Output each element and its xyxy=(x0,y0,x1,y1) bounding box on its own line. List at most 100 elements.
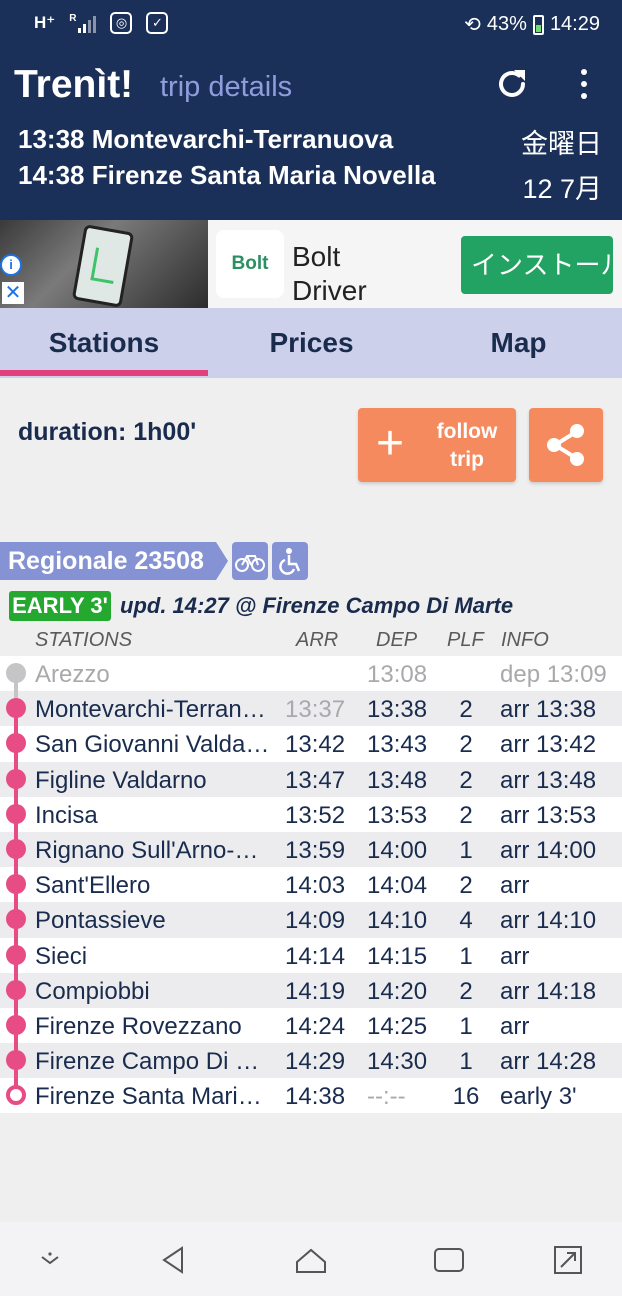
platform: 2 xyxy=(459,731,473,759)
battery-percent: 43% xyxy=(486,13,527,35)
table-row[interactable]: Figline Valdarno 13:47 13:48 2 arr 13:48 xyxy=(0,761,622,798)
table-row[interactable]: Rignano Sull'Arno-Reggello 13:59 14:00 1 arr… xyxy=(0,831,622,869)
ad-banner[interactable]: i ✕ Bolt Bolt Driver インストール xyxy=(0,220,622,308)
departure-time: 13:53 xyxy=(367,801,428,829)
table-row[interactable]: Firenze Rovezzano 14:24 14:25 1 arr xyxy=(0,1007,622,1045)
header-info: INFO xyxy=(501,629,549,651)
platform: 16 xyxy=(452,1083,480,1111)
arrival-time: 14:24 xyxy=(285,1012,346,1040)
ad-info-icon[interactable]: i xyxy=(0,254,22,276)
page-subtitle: trip details xyxy=(160,71,293,103)
table-row[interactable]: San Giovanni Valdarno 13:42 13:43 2 arr 13:4… xyxy=(0,726,622,763)
table-row[interactable]: Firenze Santa Maria Novella 14:38 --:-- 16 e… xyxy=(0,1078,622,1114)
trip-arrival: 14:38 Firenze Santa Maria Novella xyxy=(18,160,436,190)
station-name: Firenze Rovezzano xyxy=(35,1012,242,1040)
trip-weekday: 金曜日 xyxy=(521,129,602,159)
stops-list: Arezzo 13:08 dep 13:09 Montevarchi-Terranuo… xyxy=(0,656,622,1114)
phone-image xyxy=(71,224,135,308)
platform: 1 xyxy=(459,942,473,970)
tab-prices[interactable]: Prices xyxy=(208,308,415,378)
platform: 2 xyxy=(459,801,473,829)
station-name: Firenze Campo Di Marte xyxy=(35,1048,273,1076)
table-row[interactable]: Montevarchi-Terranuova 13:37 13:38 2 arr 13:… xyxy=(0,691,622,728)
back-icon[interactable] xyxy=(154,1240,194,1280)
header-stations: STATIONS xyxy=(35,629,133,651)
stop-marker-icon xyxy=(6,874,26,895)
stop-marker-icon xyxy=(6,803,26,824)
platform: 1 xyxy=(459,836,473,864)
station-name: Incisa xyxy=(35,801,98,829)
stop-marker-icon xyxy=(6,768,26,789)
ad-install-button[interactable]: インストール xyxy=(461,236,613,294)
ad-title: Bolt Driver xyxy=(292,240,367,308)
stop-marker-icon xyxy=(6,1085,26,1106)
arrival-time: 14:29 xyxy=(285,1048,346,1076)
stop-marker-icon xyxy=(6,838,26,859)
arrival-time: 13:42 xyxy=(285,731,346,759)
stop-info: arr 13:38 xyxy=(500,696,597,724)
tab-stations[interactable]: Stations xyxy=(0,308,208,378)
station-name: Montevarchi-Terranuova xyxy=(35,696,273,724)
station-name: Compiobbi xyxy=(35,977,150,1005)
table-row[interactable]: Compiobbi 14:19 14:20 2 arr 14:18 xyxy=(0,972,622,1009)
stop-info: arr xyxy=(500,1012,530,1040)
plus-icon: + xyxy=(376,417,405,470)
station-name: Arezzo xyxy=(35,661,110,688)
table-row[interactable]: Sant'Ellero 14:03 14:04 2 arr xyxy=(0,867,622,904)
status-bar: H⁺ R ◎ ✓ ⟲ 43% 14:29 xyxy=(0,0,622,50)
departure-time: 14:30 xyxy=(367,1048,428,1076)
nav-down-icon[interactable] xyxy=(30,1240,70,1280)
menu-dot-icon xyxy=(581,81,587,87)
table-row[interactable]: Incisa 13:52 13:53 2 arr 13:53 xyxy=(0,796,622,833)
station-name: Rignano Sull'Arno-Reggello xyxy=(35,836,273,864)
table-row[interactable]: Firenze Campo Di Marte 14:29 14:30 1 arr 14:… xyxy=(0,1043,622,1080)
ad-close-icon[interactable]: ✕ xyxy=(2,282,24,304)
stop-marker-icon xyxy=(6,698,26,719)
table-row[interactable]: Pontassieve 14:09 14:10 4 arr 14:10 xyxy=(0,902,622,939)
station-name: Sieci xyxy=(35,942,88,970)
table-row[interactable]: Sieci 14:14 14:15 1 arr xyxy=(0,937,622,974)
follow-trip-label: follow trip xyxy=(436,420,498,471)
platform: 1 xyxy=(459,1012,473,1040)
refresh-button[interactable] xyxy=(492,64,532,104)
status-right-icons: ⟲ 43% 14:29 xyxy=(464,12,600,37)
share-button[interactable] xyxy=(529,408,603,482)
app-title: Trenìt! xyxy=(14,63,134,106)
tab-map[interactable]: Map xyxy=(415,308,622,378)
notification-app-icon: ✓ xyxy=(146,12,169,34)
train-name: Regionale 23508 xyxy=(0,542,228,580)
departure-time: 14:04 xyxy=(367,872,428,900)
station-name: San Giovanni Valdarno xyxy=(35,731,273,759)
departure-time: 13:43 xyxy=(367,731,428,759)
departure-time: 14:20 xyxy=(367,977,428,1005)
resize-icon[interactable] xyxy=(548,1240,588,1280)
status-left-icons: H⁺ R ◎ ✓ xyxy=(34,12,169,34)
platform: 2 xyxy=(459,696,473,724)
share-icon xyxy=(547,424,584,466)
wheelchair-icon xyxy=(272,542,308,580)
table-row[interactable]: Arezzo 13:08 dep 13:09 xyxy=(0,656,622,693)
departure-time: 13:48 xyxy=(367,766,428,794)
station-name: Pontassieve xyxy=(35,907,166,935)
trip-date: 12 7月 xyxy=(522,174,602,204)
stop-info: arr 13:48 xyxy=(500,766,597,794)
recent-apps-icon[interactable] xyxy=(429,1240,469,1280)
sync-icon: ⟲ xyxy=(464,14,481,36)
station-name: Figline Valdarno xyxy=(35,766,207,794)
departure-time: 14:15 xyxy=(367,942,428,970)
system-nav-bar xyxy=(0,1222,622,1296)
roaming-label: R xyxy=(69,13,77,24)
overflow-menu-button[interactable] xyxy=(570,66,598,106)
stop-info: arr 14:18 xyxy=(500,977,597,1005)
stop-info: arr 13:42 xyxy=(500,731,597,759)
follow-trip-button[interactable]: + follow trip xyxy=(358,408,516,482)
network-type-icon: H⁺ xyxy=(34,13,56,32)
home-icon[interactable] xyxy=(291,1240,331,1280)
departure-time: 14:00 xyxy=(367,836,428,864)
arrival-time: 14:03 xyxy=(285,872,346,900)
stop-marker-icon xyxy=(6,663,26,683)
app-bar: Trenìt! trip details 13:38 Montevarchi-T… xyxy=(0,50,622,220)
active-tab-indicator xyxy=(0,370,208,376)
trip-departure: 13:38 Montevarchi-Terranuova xyxy=(18,124,394,154)
departure-time: 13:08 xyxy=(367,661,428,688)
